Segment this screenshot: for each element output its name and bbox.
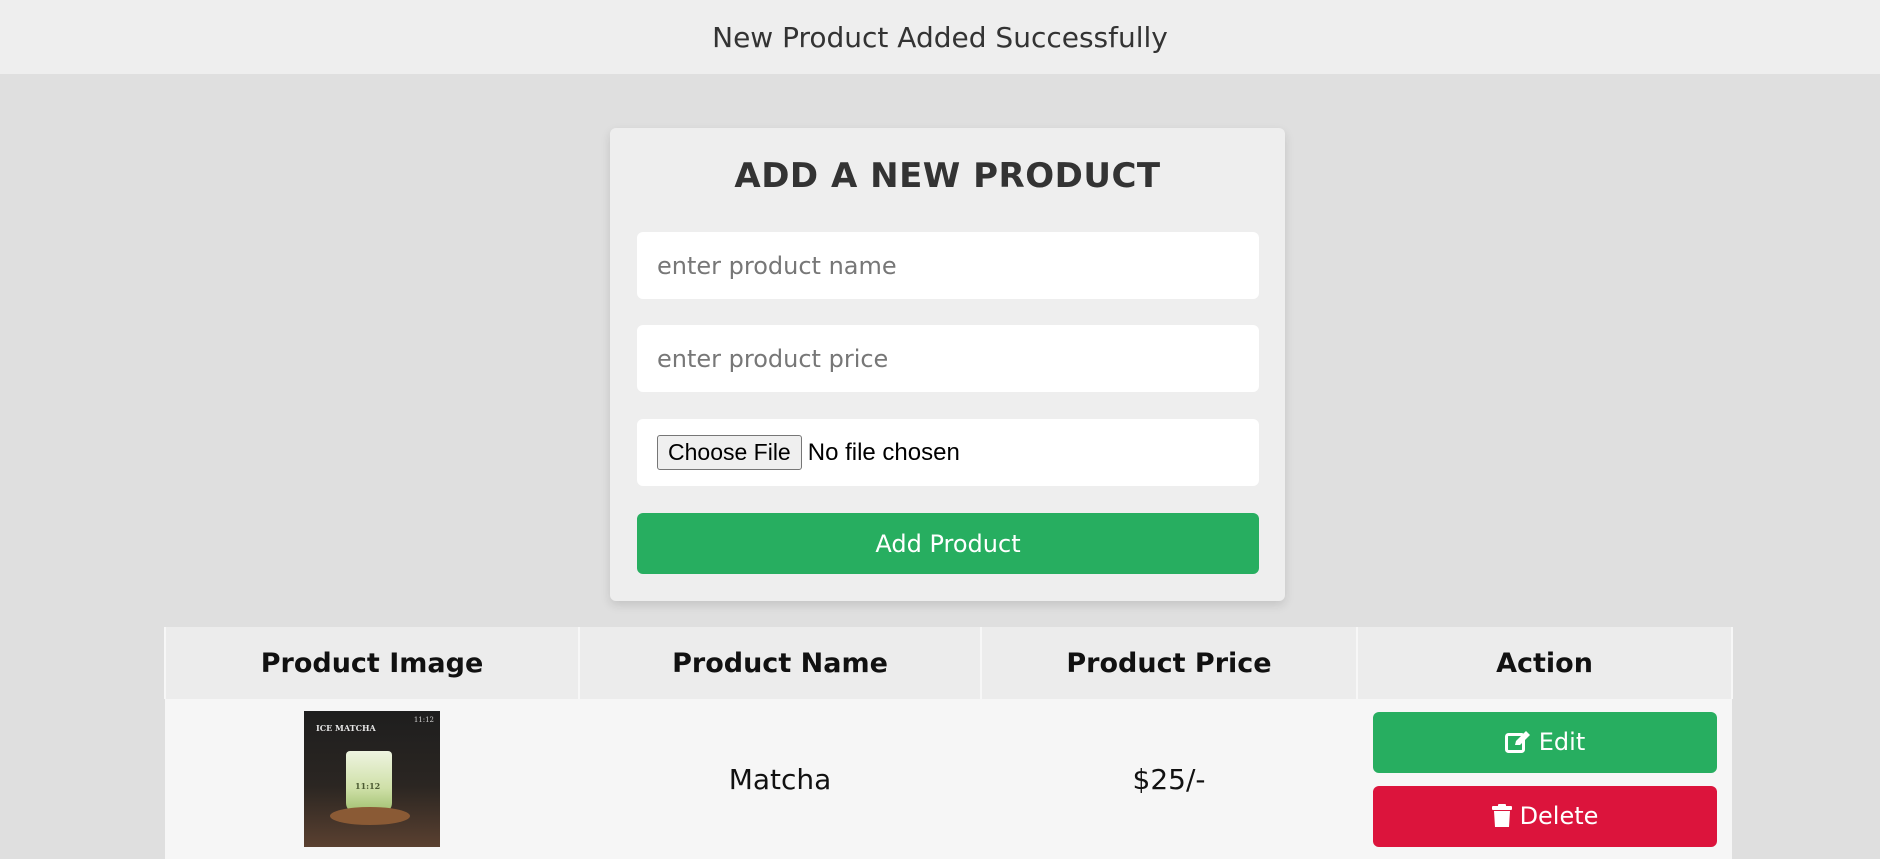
file-status: No file chosen [807, 438, 960, 466]
product-image-cell: ICE MATCHA 11:12 11:12 [165, 699, 579, 859]
header-action: Action [1356, 627, 1733, 699]
delete-button[interactable]: Delete [1373, 785, 1717, 847]
header-product-name: Product Name [578, 627, 982, 699]
table-row: ICE MATCHA 11:12 11:12 Matcha $25/- Edit… [165, 699, 1732, 859]
product-name-input[interactable] [637, 232, 1259, 299]
form-title: ADD A NEW PRODUCT [734, 156, 1161, 196]
action-cell: Edit Delete [1357, 699, 1732, 859]
table-header-row: Product Image Product Name Product Price… [164, 627, 1733, 699]
header-product-image: Product Image [164, 627, 580, 699]
choose-file-button[interactable]: Choose File [657, 435, 802, 470]
thumbnail-caption: ICE MATCHA [316, 723, 376, 733]
product-name-cell: Matcha [579, 699, 981, 859]
add-product-form: ADD A NEW PRODUCT Choose File No file ch… [610, 128, 1285, 601]
thumbnail-board [330, 807, 410, 825]
thumbnail-corner-text: 11:12 [413, 716, 434, 724]
product-table: Product Image Product Name Product Price… [164, 627, 1733, 859]
edit-button[interactable]: Edit [1373, 711, 1717, 773]
header-product-price: Product Price [980, 627, 1358, 699]
product-image-field: Choose File No file chosen [637, 419, 1259, 486]
delete-label: Delete [1519, 802, 1599, 830]
thumbnail-cup-label: 11:12 [355, 781, 381, 791]
edit-label: Edit [1538, 728, 1586, 756]
trash-icon [1491, 804, 1512, 828]
product-price-input[interactable] [637, 325, 1259, 392]
success-message: New Product Added Successfully [0, 0, 1880, 74]
edit-icon [1504, 730, 1531, 754]
product-thumbnail: ICE MATCHA 11:12 11:12 [304, 711, 440, 847]
add-product-button[interactable]: Add Product [637, 513, 1259, 574]
product-price-cell: $25/- [981, 699, 1357, 859]
success-message-text: New Product Added Successfully [712, 20, 1168, 54]
